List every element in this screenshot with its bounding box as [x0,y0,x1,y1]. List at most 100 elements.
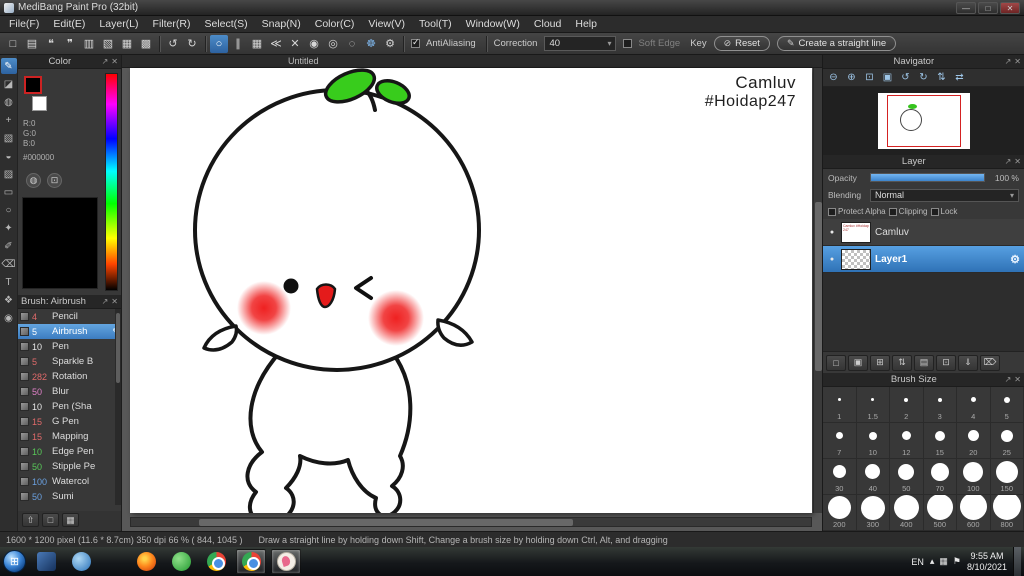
brush-item[interactable]: 50 Stipple Pe [18,459,121,474]
correction-dropdown[interactable]: 40 ▾ [544,36,617,51]
snap-parallel-icon[interactable]: ∥ [229,35,247,53]
menu-item[interactable]: Color(C) [308,16,362,32]
new-layer-icon[interactable]: □ [826,354,846,371]
reset-button[interactable]: ⊘ Reset [713,36,770,51]
undo-icon[interactable]: ↺ [164,35,182,53]
gradient-tool-icon[interactable]: ▨ [1,166,17,182]
popout-icon[interactable]: ↗ [102,57,109,66]
export-icon[interactable]: ▧ [99,35,117,53]
navigator-thumbnail[interactable] [877,93,970,149]
brush-size-option[interactable]: 3 [923,387,957,423]
layer-settings-icon[interactable]: ⚙ [1010,253,1020,266]
eyedropper-tool-icon[interactable]: ◉ [1,310,17,326]
visibility-icon[interactable]: ● [827,256,837,263]
messenger-taskbar-icon[interactable] [166,549,196,574]
brush-size-option[interactable]: 12 [890,423,924,459]
snap-settings-icon[interactable]: ⚙ [381,35,399,53]
brush-size-option[interactable]: 10 [856,423,890,459]
brush-size-option[interactable]: 1 [823,387,857,423]
layer-folder-icon[interactable]: ▤ [914,354,934,371]
zoom-in-icon[interactable]: ⊕ [843,70,860,85]
bucket-tool-icon[interactable]: ◒ [1,148,17,164]
close-panel-icon[interactable]: ✕ [1014,57,1021,66]
brush-item[interactable]: 10 Pen [18,339,121,354]
menu-item[interactable]: View(V) [361,16,412,32]
crop-canvas-icon[interactable]: ▩ [137,35,155,53]
reset-rotation-icon[interactable]: ⇅ [933,70,950,85]
brush-size-option[interactable]: 30 [823,459,857,495]
move-tool-icon[interactable]: + [1,112,17,128]
firefox-taskbar-icon[interactable] [131,549,161,574]
brush-size-option[interactable]: 70 [923,459,957,495]
brush-item[interactable]: 10 Pen (Sha [18,399,121,414]
minimize-button[interactable]: — [956,1,976,14]
brush-size-option[interactable]: 7 [823,423,857,459]
opacity-slider[interactable] [870,173,985,182]
brush-item[interactable]: 50 Sumi [18,489,121,504]
protect-alpha-option[interactable]: Protect Alpha [828,207,886,216]
new-folder-icon[interactable]: ▣ [848,354,868,371]
new-canvas-icon[interactable]: □ [4,35,22,53]
cloud-upload-icon[interactable]: ❝ [42,35,60,53]
menu-item[interactable]: Layer(L) [92,16,145,32]
canvas-tab[interactable]: Untitled [122,55,822,68]
magic-wand-tool-icon[interactable]: ✦ [1,220,17,236]
close-panel-icon[interactable]: ✕ [111,57,118,66]
layer-row-camluv[interactable]: ● Camluv #Hoidap247 Camluv [823,219,1024,246]
open-file-icon[interactable]: ▤ [23,35,41,53]
brush-size-option[interactable]: 40 [856,459,890,495]
brush-size-option[interactable]: 150 [990,459,1024,495]
brush-size-option[interactable]: 200 [823,495,857,531]
brush-size-option[interactable]: 15 [923,423,957,459]
start-button[interactable]: ⊞ [3,550,26,573]
menu-item[interactable]: Window(W) [459,16,527,32]
clipping-option[interactable]: Clipping [888,207,928,216]
ime-keyboard-icon[interactable]: ▦ [939,556,948,567]
close-panel-icon[interactable]: ✕ [1014,375,1021,384]
lock-checkbox[interactable] [930,207,939,216]
scrollbar-thumb[interactable] [199,519,573,526]
saturation-value-box[interactable] [22,197,98,289]
color-wheel-icon[interactable]: ◍ [26,173,41,188]
popout-icon[interactable]: ↗ [102,297,109,306]
menu-item[interactable]: Help [568,16,604,32]
chrome-taskbar-icon[interactable] [201,549,231,574]
protect-alpha-checkbox[interactable] [828,207,836,216]
soft-edge-checkbox[interactable] [623,39,633,48]
tray-expand-icon[interactable]: ▴ [930,556,935,567]
redo-icon[interactable]: ↻ [183,35,201,53]
canvas[interactable]: Camluv #Hoidap247 [130,68,812,513]
save-icon[interactable]: ▥ [80,35,98,53]
chrome-active-taskbar-icon[interactable] [236,549,266,574]
brush-item[interactable]: 5 Sparkle B [18,354,121,369]
brush-size-option[interactable]: 1.5 [856,387,890,423]
rotate-left-icon[interactable]: ↺ [897,70,914,85]
background-color-swatch[interactable] [32,96,47,111]
brush-item[interactable]: 15 Mapping [18,429,121,444]
blending-dropdown[interactable]: Normal ▾ [870,188,1019,202]
sync-brushes-icon[interactable]: ⇧ [22,513,39,527]
lasso-tool-icon[interactable]: ○ [1,202,17,218]
foreground-color-swatch[interactable] [24,76,42,94]
brush-item[interactable]: 50 Blur [18,384,121,399]
fill-tool-icon[interactable]: ▧ [1,130,17,146]
navigator-view-rect[interactable] [886,95,961,147]
eraser-tool-icon[interactable]: ◪ [1,76,17,92]
language-indicator[interactable]: EN [911,557,924,567]
clipping-checkbox[interactable] [888,207,897,216]
popout-icon[interactable]: ↗ [1005,57,1012,66]
menu-item[interactable]: Filter(R) [146,16,198,32]
brush-size-option[interactable]: 20 [957,423,991,459]
select-tool-icon[interactable]: ▭ [1,184,17,200]
close-panel-icon[interactable]: ✕ [111,297,118,306]
pan-tool-icon[interactable]: ❖ [1,292,17,308]
brush-item[interactable]: 5 Airbrush ✎ [18,324,121,339]
popout-icon[interactable]: ↗ [1005,375,1012,384]
brush-size-option[interactable]: 300 [856,495,890,531]
layer-row-layer1[interactable]: ● Layer1 ⚙ [823,246,1024,273]
brush-size-option[interactable]: 600 [957,495,991,531]
flip-horizontal-icon[interactable]: ⇄ [951,70,968,85]
brush-size-option[interactable]: 2 [890,387,924,423]
close-button[interactable]: ✕ [1000,1,1020,14]
brush-settings-icon[interactable]: ▦ [62,513,79,527]
